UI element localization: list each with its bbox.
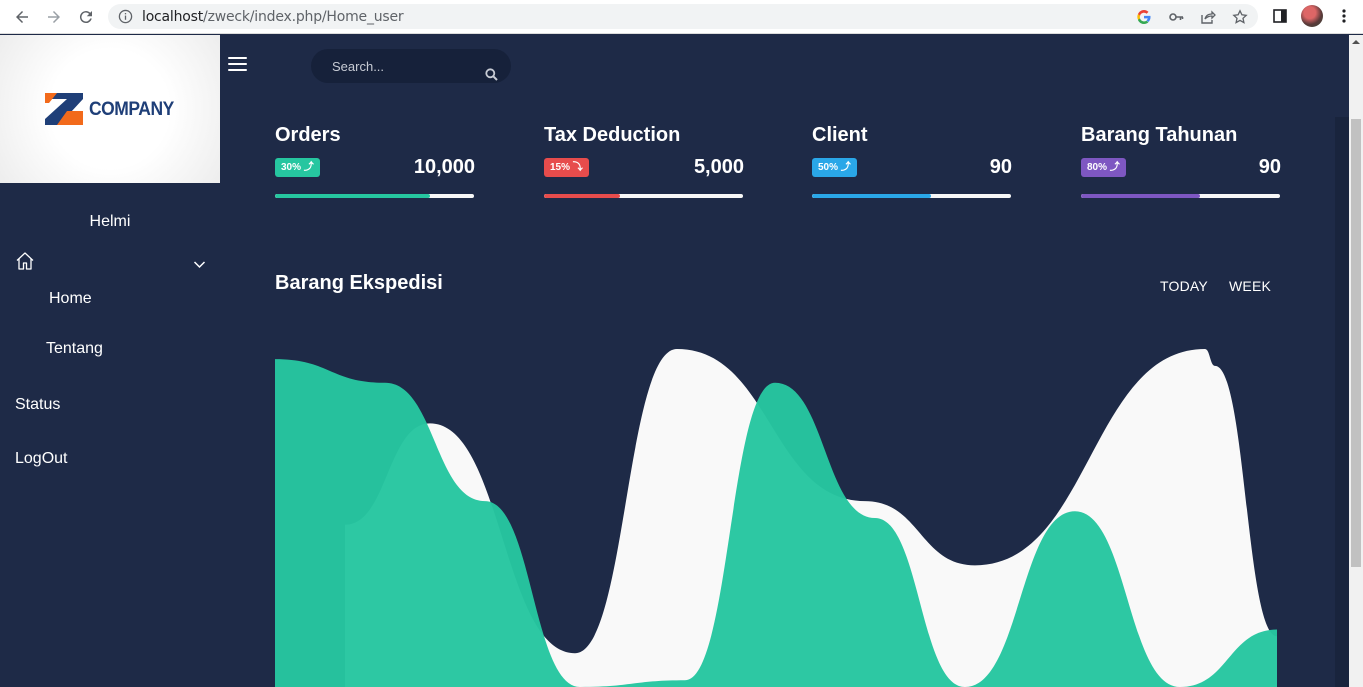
search-icon[interactable] — [485, 68, 498, 81]
stat-title: Orders — [275, 124, 341, 146]
stat-value: 90 — [1258, 156, 1281, 178]
company-logo-icon — [45, 93, 83, 125]
home-icon — [16, 252, 34, 270]
side-panel-icon — [1273, 9, 1287, 23]
kebab-menu-icon — [1342, 9, 1346, 23]
stat-progress-fill — [544, 194, 620, 198]
stat-progress — [544, 194, 743, 198]
chevron-down-icon[interactable] — [193, 258, 206, 271]
search-box[interactable]: Search... — [311, 49, 511, 83]
area-chart — [275, 349, 1277, 687]
stat-value: 5,000 — [693, 156, 744, 178]
stat-card-barang-tahunan: Barang Tahunan 80% ⤴ 90 — [1081, 124, 1281, 204]
stat-badge: 15% ⤵ — [544, 158, 589, 177]
reload-icon — [79, 11, 92, 24]
address-bar[interactable]: localhost/zweck/index.php/Home_user — [108, 4, 1258, 29]
stat-title: Client — [812, 124, 868, 146]
scroll-up-icon[interactable] — [1352, 38, 1360, 46]
sidebar-item-home[interactable]: Home — [49, 290, 92, 308]
url-text: localhost/zweck/index.php/Home_user — [142, 9, 404, 25]
star-icon[interactable] — [1232, 9, 1248, 25]
user-name: Helmi — [89, 213, 131, 230]
site-info-icon[interactable] — [118, 9, 133, 24]
side-panel-button[interactable] — [1269, 5, 1291, 27]
url-path: /zweck/index.php/Home_user — [203, 9, 404, 25]
sidebar-item-logout[interactable]: LogOut — [15, 450, 67, 468]
url-host: localhost — [142, 9, 204, 25]
stat-value: 90 — [989, 156, 1012, 178]
stat-progress-fill — [812, 194, 932, 198]
google-icon[interactable] — [1136, 9, 1152, 25]
forward-arrow-icon — [48, 11, 60, 23]
browser-menu-button[interactable] — [1333, 5, 1355, 27]
back-arrow-icon — [16, 11, 28, 23]
share-icon[interactable] — [1200, 9, 1216, 25]
sidebar-item-tentang[interactable]: Tentang — [46, 340, 103, 358]
stat-card-orders: Orders 30% ⤴ 10,000 — [275, 124, 475, 204]
hamburger-icon — [228, 57, 247, 59]
stat-badge: 80% ⤴ — [1081, 158, 1126, 177]
browser-toolbar: localhost/zweck/index.php/Home_user — [0, 0, 1363, 34]
sidebar-item-status[interactable]: Status — [15, 396, 60, 414]
logo-area[interactable]: COMPANY — [0, 35, 220, 183]
stat-progress — [275, 194, 474, 198]
chart-title: Barang Ekspedisi — [275, 272, 443, 294]
stat-badge: 50% ⤴ — [812, 158, 857, 177]
today-button[interactable]: TODAY — [1160, 278, 1208, 294]
back-button[interactable] — [10, 5, 34, 29]
profile-avatar[interactable] — [1301, 5, 1323, 27]
content-edge — [1335, 117, 1349, 687]
search-input[interactable]: Search... — [332, 59, 384, 74]
scrollbar-thumb[interactable] — [1351, 119, 1361, 567]
stat-progress-fill — [1081, 194, 1201, 198]
menu-toggle-button[interactable] — [228, 57, 248, 73]
stat-badge: 30% ⤴ — [275, 158, 320, 177]
stat-card-tax-deduction: Tax Deduction 15% ⤵ 5,000 — [544, 124, 744, 204]
week-button[interactable]: WEEK — [1229, 278, 1271, 294]
company-logo-text: COMPANY — [89, 99, 174, 120]
stat-value: 10,000 — [413, 156, 475, 178]
sidebar: COMPANY Helmi — [0, 35, 220, 687]
stat-progress-fill — [275, 194, 431, 198]
stat-title: Barang Tahunan — [1081, 124, 1238, 146]
reload-button[interactable] — [74, 5, 98, 29]
stat-progress — [1081, 194, 1280, 198]
stat-progress — [812, 194, 1011, 198]
stat-card-client: Client 50% ⤴ 90 — [812, 124, 1012, 204]
forward-button[interactable] — [42, 5, 66, 29]
key-icon[interactable] — [1168, 9, 1184, 25]
stat-title: Tax Deduction — [544, 124, 681, 146]
